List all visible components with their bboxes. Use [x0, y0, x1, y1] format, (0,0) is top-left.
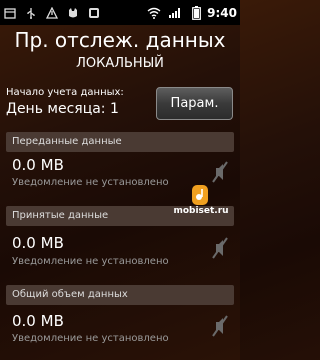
start-label: Начало учета данных:	[6, 87, 124, 98]
watermark-text: mobiset.ru	[173, 206, 229, 216]
usb-icon	[24, 6, 38, 20]
app-icon	[87, 6, 101, 20]
total-note: Уведомление не установлено	[12, 333, 169, 344]
sent-note: Уведомление не установлено	[12, 177, 169, 188]
clock: 9:40	[207, 5, 237, 20]
sent-value: 0.0 MB	[12, 156, 64, 174]
received-note: Уведомление не установлено	[12, 256, 169, 267]
section-header-sent: Переданные данные	[6, 132, 234, 152]
debug-icon	[45, 6, 59, 20]
page-subtitle: ЛОКАЛЬНЫЙ	[76, 56, 164, 71]
page-title: Пр. отслеж. данных	[14, 28, 226, 52]
wifi-icon	[147, 6, 161, 20]
mute-icon[interactable]	[211, 236, 229, 260]
start-value: День месяца: 1	[6, 101, 119, 117]
status-bar: 9:40	[0, 0, 240, 25]
section-header-total: Общий объем данных	[6, 285, 234, 305]
mobiset-logo-icon	[192, 185, 208, 205]
watermark: mobiset.ru	[171, 185, 231, 216]
params-button[interactable]: Парам.	[156, 87, 233, 120]
battery-icon	[189, 5, 203, 20]
mute-icon[interactable]	[211, 160, 229, 184]
cat-icon	[66, 6, 80, 20]
mute-icon[interactable]	[211, 314, 229, 338]
signal-icon	[168, 6, 182, 20]
box-icon	[3, 6, 17, 20]
total-value: 0.0 MB	[12, 312, 64, 330]
received-value: 0.0 MB	[12, 234, 64, 252]
